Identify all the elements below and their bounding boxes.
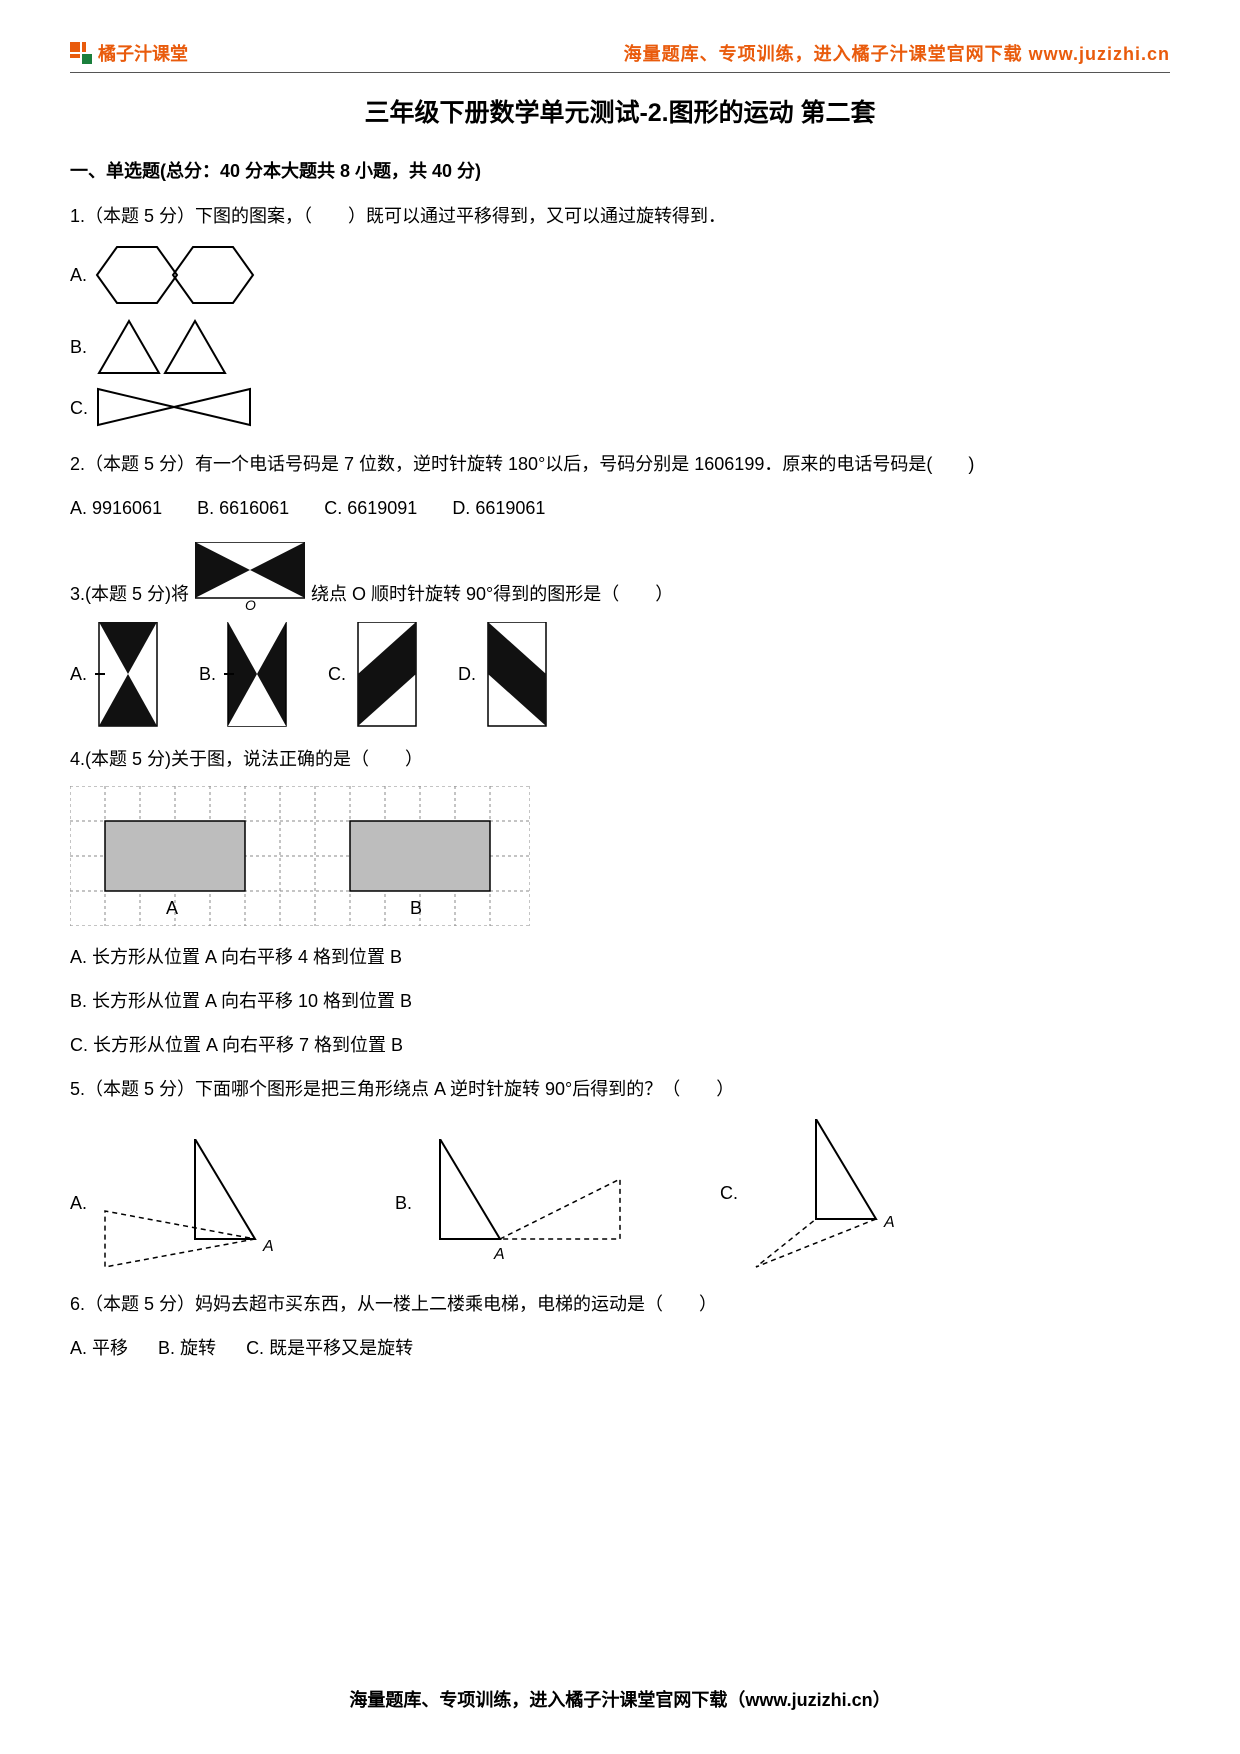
q3-option-b: B. [199,622,290,728]
rot-c-icon: A [746,1119,966,1269]
brand-name: 橘子汁课堂 [98,40,188,66]
q5-options: A. A B. A C. A [70,1119,1170,1269]
q2-option-c: C. 6619091 [324,498,417,518]
q5-option-c: C. A [720,1119,966,1269]
q3-option-a: A. [70,622,161,728]
q6-option-b: B. 旋转 [158,1338,216,1358]
brand-logo: 橘子汁课堂 [70,40,188,66]
section-heading: 一、单选题(总分：40 分本大题共 8 小题，共 40 分) [70,157,1170,183]
q4-figure: A B [70,786,1170,926]
q4-option-c: C. 长方形从位置 A 向右平移 7 格到位置 B [70,1028,1170,1062]
opt-label: B. [199,664,216,685]
rot-a-icon: A [95,1139,315,1269]
svg-text:A: A [883,1214,895,1231]
hexagons-icon [95,243,255,307]
svg-text:B: B [410,898,422,918]
opt-label: A. [70,1193,87,1214]
triangles-icon [95,317,235,377]
q4-text: 4.(本题 5 分)关于图，说法正确的是（ ） [70,742,1170,776]
q3-option-c: C. [328,622,420,728]
q2-option-a: A. 9916061 [70,498,162,518]
q2-option-b: B. 6616061 [197,498,289,518]
opt-label: A. [70,265,87,286]
q4-option-a: A. 长方形从位置 A 向右平移 4 格到位置 B [70,940,1170,974]
q1-option-b: B. [70,317,1170,377]
header-tagline: 海量题库、专项训练，进入橘子汁课堂官网下载 www.juzizhi.cn [624,40,1170,66]
page-footer: 海量题库、专项训练，进入橘子汁课堂官网下载（www.juzizhi.cn） [0,1686,1240,1712]
q3-options: A. B. C. D. [70,622,1170,728]
shape-a-icon [95,622,161,728]
opt-label: C. [70,398,88,419]
q5-text: 5.（本题 5 分）下面哪个图形是把三角形绕点 A 逆时针旋转 90°后得到的？… [70,1072,1170,1106]
rot-b-icon: A [420,1139,640,1269]
opt-label: B. [70,337,87,358]
q1-option-a: A. [70,243,1170,307]
logo-icon [70,42,92,64]
svg-text:A: A [166,898,178,918]
shape-d-icon [484,622,550,728]
opt-label: D. [458,664,476,685]
q1-text: 1.（本题 5 分）下图的图案，（ ）既可以通过平移得到，又可以通过旋转得到． [70,199,1170,233]
q6-text: 6.（本题 5 分）妈妈去超市买东西，从一楼上二楼乘电梯，电梯的运动是（ ） [70,1287,1170,1321]
shape-b-icon [224,622,290,728]
opt-label: B. [395,1193,412,1214]
page-title: 三年级下册数学单元测试-2.图形的运动 第二套 [70,93,1170,129]
q6-option-a: A. 平移 [70,1338,128,1358]
svg-text:A: A [493,1246,505,1263]
opt-label: C. [328,664,346,685]
q2-text: 2.（本题 5 分）有一个电话号码是 7 位数，逆时针旋转 180°以后，号码分… [70,447,1170,481]
q3-pre: 3.(本题 5 分)将 [70,577,189,611]
q6-option-c: C. 既是平移又是旋转 [246,1338,413,1358]
svg-text:A: A [262,1238,274,1255]
q1-options: A. B. C. [70,243,1170,429]
q2-option-d: D. 6619061 [452,498,545,518]
q6-options: A. 平移 B. 旋转 C. 既是平移又是旋转 [70,1331,1170,1365]
opt-label: C. [720,1183,738,1204]
q3-stem-figure: O [195,542,305,612]
q5-option-b: B. A [395,1139,640,1269]
q3-post: 绕点 O 顺时针旋转 90°得到的图形是（ ） [311,577,673,611]
shape-c-icon [354,622,420,728]
q5-option-a: A. A [70,1139,315,1269]
bowtie-icon [96,387,256,429]
page-header: 橘子汁课堂 海量题库、专项训练，进入橘子汁课堂官网下载 www.juzizhi.… [70,40,1170,73]
q3-option-d: D. [458,622,550,728]
q3-text: 3.(本题 5 分)将 O 绕点 O 顺时针旋转 90°得到的图形是（ ） [70,542,1170,612]
svg-text:O: O [245,597,256,612]
opt-label: A. [70,664,87,685]
q4-option-b: B. 长方形从位置 A 向右平移 10 格到位置 B [70,984,1170,1018]
q2-options: A. 9916061 B. 6616061 C. 6619091 D. 6619… [70,491,1170,525]
q1-option-c: C. [70,387,1170,429]
